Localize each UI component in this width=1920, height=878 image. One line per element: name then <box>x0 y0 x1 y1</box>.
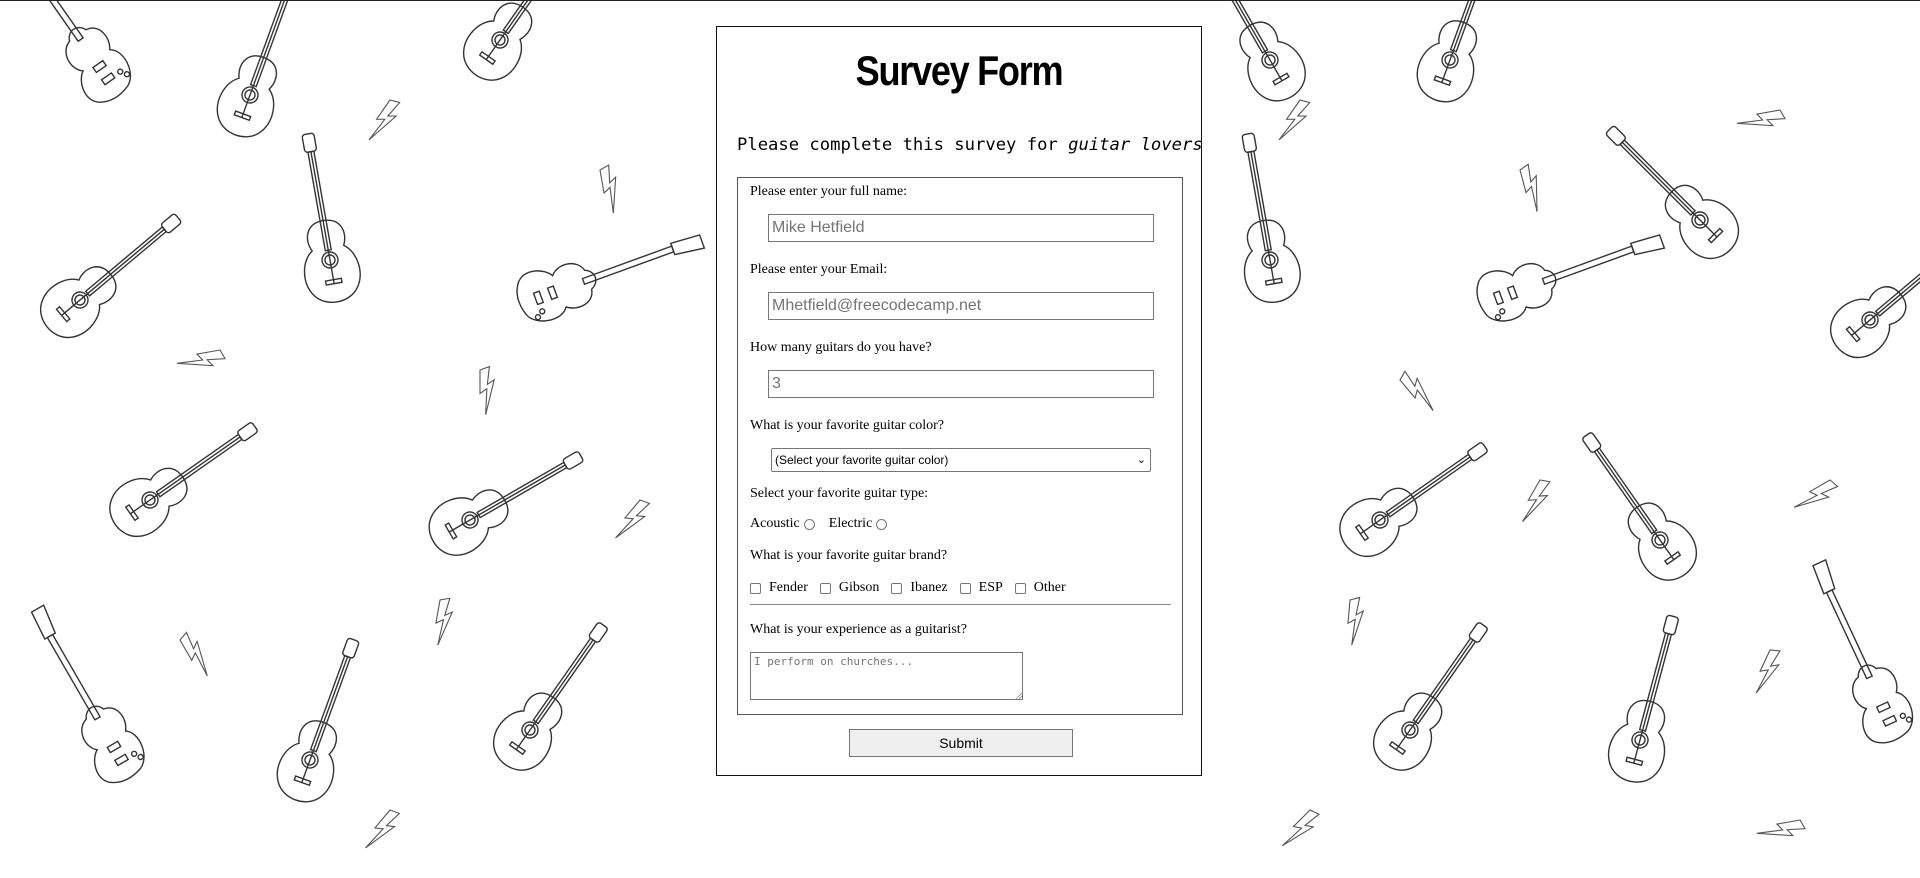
email-input[interactable] <box>768 292 1154 320</box>
other-checkbox[interactable] <box>1014 582 1026 594</box>
experience-textarea[interactable] <box>750 652 1023 700</box>
name-label: Please enter your full name: <box>750 184 908 199</box>
acoustic-label: Acoustic <box>750 516 800 531</box>
fender-checkbox[interactable] <box>750 582 761 594</box>
guitar-brand-options: Fender Gibson Ibanez ESP Other <box>750 580 1078 596</box>
electric-radio[interactable] <box>876 518 888 530</box>
survey-description: Please complete this survey for guitar l… <box>737 135 1203 155</box>
electric-label: Electric <box>828 516 873 531</box>
guitar-type-options: Acoustic Electric <box>750 516 893 532</box>
ibanez-checkbox[interactable] <box>891 582 903 594</box>
guitar-count-input[interactable] <box>768 370 1154 398</box>
color-select[interactable]: (Select your favorite guitar color) ⌄ <box>771 448 1151 472</box>
page-title: Survey Form <box>855 47 1064 94</box>
survey-form-card: Survey Form Please complete this survey … <box>716 26 1203 776</box>
submit-button[interactable]: Submit <box>849 729 1073 757</box>
section-divider <box>750 604 1171 605</box>
acoustic-radio[interactable] <box>803 518 815 530</box>
gibson-label: Gibson <box>838 580 880 595</box>
top-border-line <box>0 0 1920 1</box>
description-emphasis: guitar lovers <box>1068 135 1203 155</box>
esp-label: ESP <box>978 580 1003 595</box>
guitar-count-label: How many guitars do you have? <box>750 340 932 355</box>
chevron-down-icon: ⌄ <box>1136 454 1146 466</box>
resize-grip-icon[interactable] <box>1015 692 1022 699</box>
description-text: Please complete this survey for <box>737 135 1069 155</box>
color-label: What is your favorite guitar color? <box>750 418 944 433</box>
esp-checkbox[interactable] <box>959 582 971 594</box>
color-select-value: (Select your favorite guitar color) <box>775 453 949 467</box>
fender-label: Fender <box>769 580 808 595</box>
guitar-type-label: Select your favorite guitar type: <box>750 486 929 501</box>
experience-label: What is your experience as a guitarist? <box>750 622 967 637</box>
name-input[interactable] <box>768 214 1154 242</box>
guitar-brand-label: What is your favorite guitar brand? <box>750 548 948 563</box>
ibanez-label: Ibanez <box>910 580 948 595</box>
survey-fieldset: Please enter your full name: Please ente… <box>737 177 1183 715</box>
other-label: Other <box>1033 580 1066 595</box>
email-label: Please enter your Email: <box>750 262 888 277</box>
gibson-checkbox[interactable] <box>819 582 831 594</box>
